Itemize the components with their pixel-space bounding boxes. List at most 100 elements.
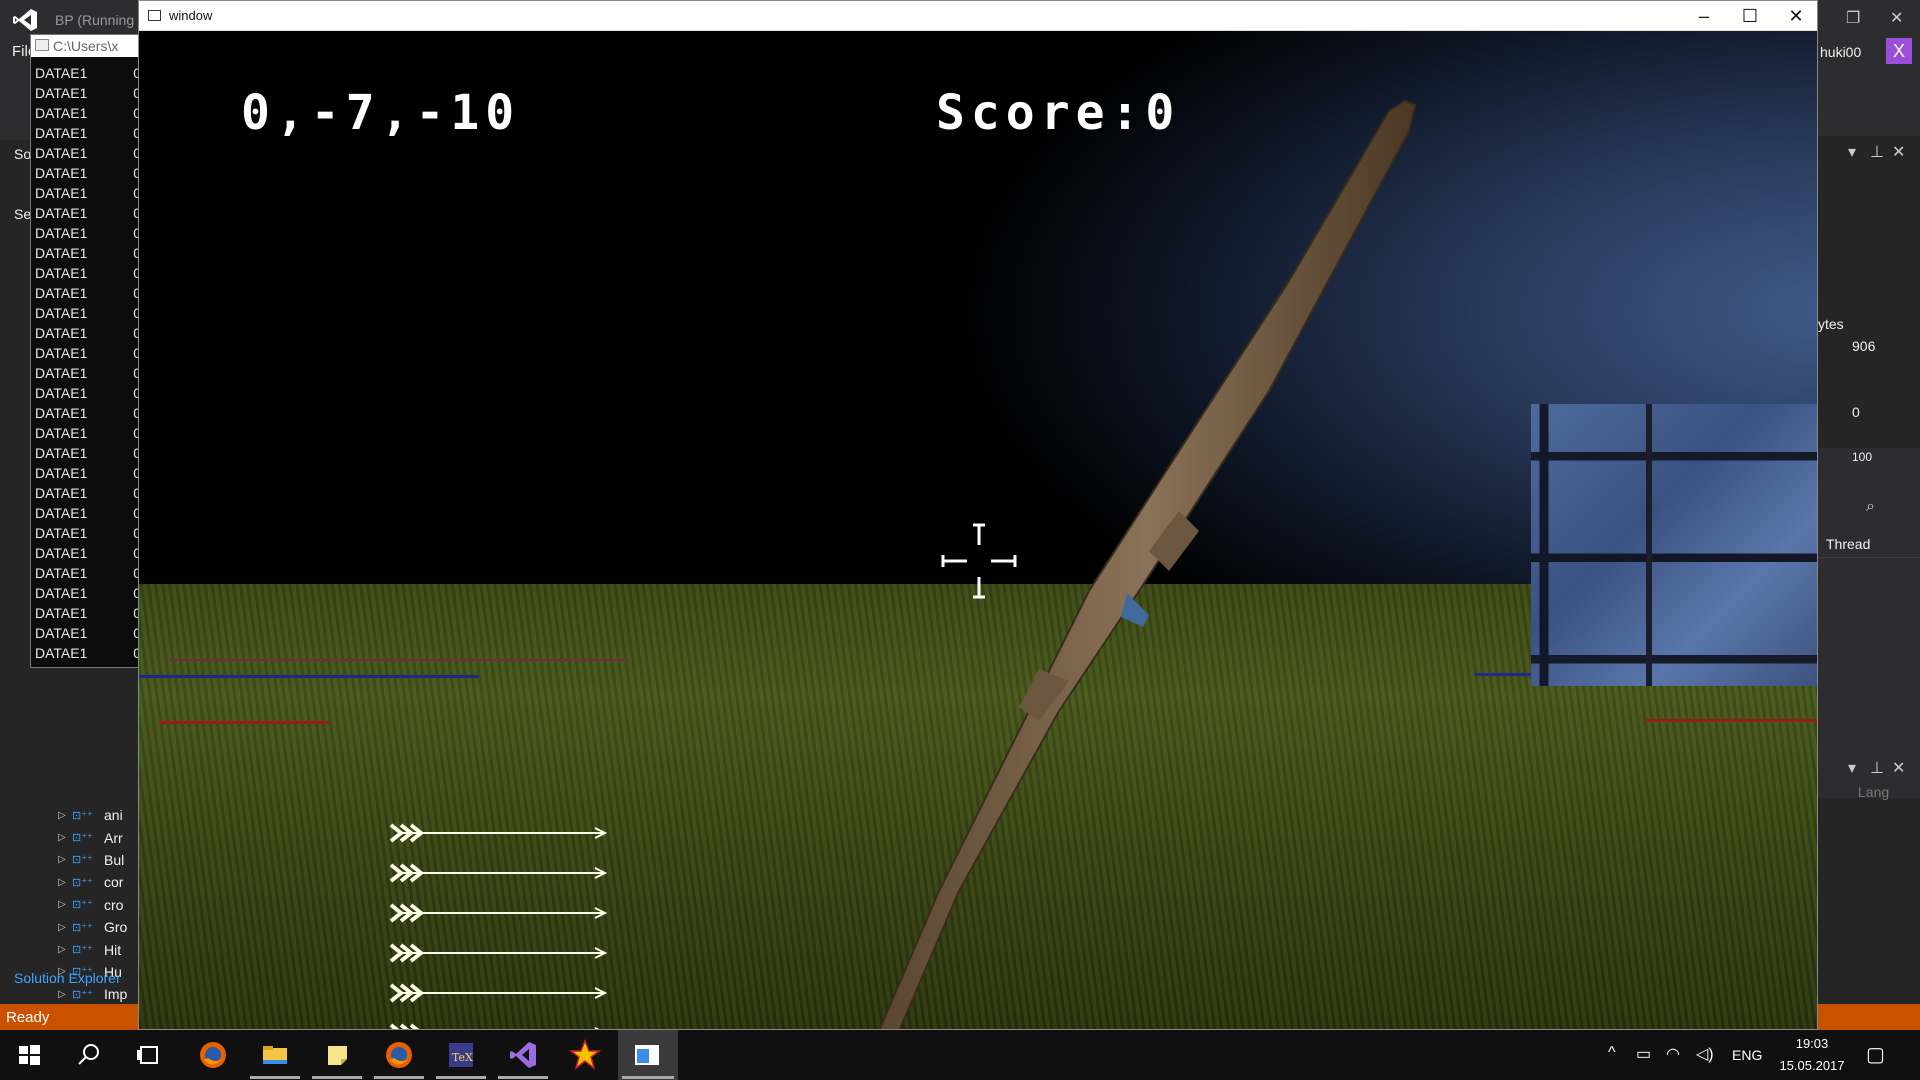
expand-icon[interactable]: ▷ xyxy=(58,989,72,1000)
firefox-icon[interactable] xyxy=(382,1038,416,1072)
close-icon[interactable]: ✕ xyxy=(1892,142,1905,162)
expand-icon[interactable]: ▷ xyxy=(58,899,72,910)
thread-column[interactable]: Thread xyxy=(1826,536,1870,552)
windows-taskbar: TeX ^ ▭ ◠ ◁) ▢ xyxy=(0,1030,1920,1080)
dropdown-icon[interactable]: ▾ xyxy=(1848,142,1856,162)
clock-date[interactable]: 15.05.2017 xyxy=(1772,1058,1852,1073)
wifi-icon[interactable]: ◠ xyxy=(1666,1044,1680,1064)
console-line: DATAE10 xyxy=(35,645,141,665)
expand-icon[interactable]: ▷ xyxy=(58,854,72,865)
file-explorer-icon[interactable] xyxy=(258,1038,292,1072)
console-line-key: DATAE1 xyxy=(35,425,88,441)
notifications-icon[interactable]: ▢ xyxy=(1866,1042,1885,1067)
console-line-key: DATAE1 xyxy=(35,445,88,461)
visual-studio-icon[interactable] xyxy=(506,1038,540,1072)
console-line: DATAE10 xyxy=(35,605,141,625)
pin-icon[interactable]: ⊥ xyxy=(1870,758,1884,778)
tree-item[interactable]: ▷ ⊡⁺⁺ Imp xyxy=(58,983,140,1005)
start-icon[interactable] xyxy=(12,1038,46,1072)
console-line-key: DATAE1 xyxy=(35,65,88,81)
battery-icon[interactable]: ▭ xyxy=(1636,1044,1651,1064)
star-app-icon[interactable] xyxy=(568,1038,602,1072)
console-line-key: DATAE1 xyxy=(35,665,87,667)
search-icon[interactable] xyxy=(72,1038,106,1072)
console-line-key: DATAE1 xyxy=(35,525,88,541)
user-badge[interactable]: X xyxy=(1886,38,1912,64)
console-line-key: DATAE1 xyxy=(35,345,88,361)
tree-item[interactable]: ▷ ⊡⁺⁺ Arr xyxy=(58,826,140,848)
close-button[interactable]: ✕ xyxy=(1773,4,1817,28)
language-indicator[interactable]: ENG xyxy=(1732,1047,1762,1063)
console-line: DATAE10 xyxy=(35,125,141,145)
minimize-button[interactable]: – xyxy=(1681,4,1727,28)
console-line: DATAE10 xyxy=(35,365,141,385)
console-line-key: DATAE1 xyxy=(35,105,88,121)
tree-item[interactable]: ▷ ⊡⁺⁺ cor xyxy=(58,871,140,893)
console-line-key: DATAE1 xyxy=(35,465,88,481)
console-line-key: DATAE1 xyxy=(35,245,88,261)
tree-item[interactable]: ▷ ⊡⁺⁺ Gro xyxy=(58,916,140,938)
game-title-bar[interactable]: window – ☐ ✕ xyxy=(139,1,1817,31)
svg-text:TeX: TeX xyxy=(452,1051,473,1064)
tree-item[interactable]: ▷ ⊡⁺⁺ Hit xyxy=(58,938,140,960)
tree-item-label: ani xyxy=(104,807,123,824)
tree-item[interactable]: ▷ ⊡⁺⁺ ani xyxy=(58,804,140,826)
console-window[interactable]: C:\Users\x DATAE10DATAE10DATAE10DATAE10D… xyxy=(30,34,142,668)
console-output: DATAE10DATAE10DATAE10DATAE10DATAE10DATAE… xyxy=(35,65,141,667)
cpp-file-icon: ⊡⁺⁺ xyxy=(72,899,93,912)
texstudio-icon[interactable]: TeX xyxy=(444,1038,478,1072)
console-line: DATAE10 xyxy=(35,145,141,165)
game-window-icon[interactable] xyxy=(630,1038,664,1072)
sticky-notes-icon[interactable] xyxy=(320,1038,354,1072)
console-line-key: DATAE1 xyxy=(35,585,88,601)
tree-item[interactable]: ▷ ⊡⁺⁺ Bul xyxy=(58,849,140,871)
cpp-file-icon: ⊡⁺⁺ xyxy=(72,988,93,1001)
memory-min-value: 0 xyxy=(1852,404,1860,420)
expand-icon[interactable]: ▷ xyxy=(58,810,72,821)
restore-icon[interactable]: ❐ xyxy=(1846,8,1860,28)
game-window[interactable]: window – ☐ ✕ 0,-7,-10 Score:0 xyxy=(138,0,1818,1030)
console-line: DATAE10 xyxy=(35,225,141,245)
running-indicator xyxy=(436,1076,486,1079)
solution-explorer-tab[interactable]: Solution Explorer xyxy=(14,970,121,986)
console-line-key: DATAE1 xyxy=(35,205,88,221)
clock-time[interactable]: 19:03 xyxy=(1782,1036,1842,1051)
show-hidden-icons[interactable]: ^ xyxy=(1608,1044,1616,1062)
console-line: DATAE10 xyxy=(35,105,141,125)
account-name[interactable]: huki00 xyxy=(1820,44,1861,60)
tree-item-label: Gro xyxy=(104,919,128,936)
expand-icon[interactable]: ▷ xyxy=(58,832,72,843)
console-line-key: DATAE1 xyxy=(35,85,88,101)
console-title-bar[interactable]: C:\Users\x xyxy=(31,35,141,57)
console-line: DATAE10 xyxy=(35,385,141,405)
cpu-value: 100 xyxy=(1852,450,1873,464)
game-viewport[interactable]: 0,-7,-10 Score:0 xyxy=(139,31,1817,1029)
expand-icon[interactable]: ▷ xyxy=(58,944,72,955)
volume-icon[interactable]: ◁) xyxy=(1696,1044,1714,1064)
close-icon[interactable]: ✕ xyxy=(1890,8,1903,28)
game-window-title: window xyxy=(169,8,213,23)
close-icon[interactable]: ✕ xyxy=(1892,758,1905,778)
console-line: DATAE10 xyxy=(35,545,141,565)
arrow-icon xyxy=(389,863,608,883)
tree-item-label: cro xyxy=(104,896,124,913)
cpp-file-icon: ⊡⁺⁺ xyxy=(72,944,93,957)
status-text: Ready xyxy=(6,1009,50,1026)
console-line: DATAE10 xyxy=(35,465,141,485)
task-view-icon[interactable] xyxy=(132,1038,166,1072)
tree-item[interactable]: ▷ ⊡⁺⁺ cro xyxy=(58,894,140,916)
expand-icon[interactable]: ▷ xyxy=(58,877,72,888)
dropdown-icon[interactable]: ▾ xyxy=(1848,758,1856,778)
memory-value: 906 xyxy=(1852,338,1876,354)
expand-icon[interactable]: ▷ xyxy=(58,922,72,933)
firefox-icon[interactable] xyxy=(196,1038,230,1072)
search-icon[interactable]: ⌕ xyxy=(1866,498,1875,516)
console-line: DATAE10 xyxy=(35,165,141,185)
vs-right-panels: ytes 906 0 100 Thread Lang ▾ ⊥ ✕ ⌕ ▾ ⊥ ✕ xyxy=(1818,38,1920,1006)
tree-item-label: cor xyxy=(104,874,124,891)
console-line-key: DATAE1 xyxy=(35,545,88,561)
console-icon xyxy=(35,39,49,51)
pin-icon[interactable]: ⊥ xyxy=(1870,142,1884,162)
maximize-button[interactable]: ☐ xyxy=(1727,4,1773,28)
console-line-key: DATAE1 xyxy=(35,485,88,501)
